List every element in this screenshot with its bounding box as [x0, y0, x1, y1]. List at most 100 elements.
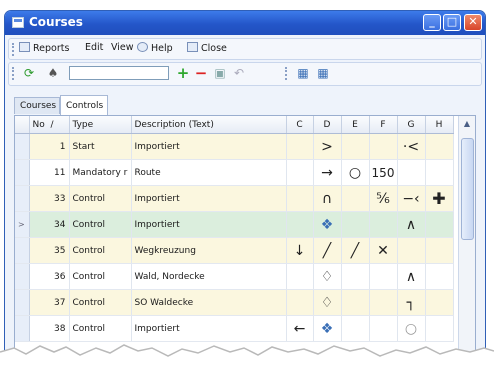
table-row[interactable]: 37 Control SO Waldecke ♢ ┐	[15, 289, 454, 316]
column-header-h[interactable]: H	[425, 116, 454, 134]
close-window-button[interactable]: ✕	[464, 14, 482, 31]
cell-c[interactable]	[286, 133, 314, 160]
cell-c[interactable]	[286, 159, 314, 186]
cell-f-fraction-icon[interactable]: ⁵⁄₆	[369, 185, 398, 212]
table-row[interactable]: 1 Start Importiert > ·<	[15, 133, 454, 160]
cell-f-crossing-icon[interactable]: ✕	[369, 237, 398, 264]
cell-f[interactable]	[369, 263, 398, 290]
cell-e-circle-icon[interactable]: ○	[341, 159, 370, 186]
table-row[interactable]: > 34 Control Importiert ❖ ∧	[15, 211, 454, 238]
column-header-d[interactable]: D	[313, 116, 342, 134]
cell-h[interactable]	[425, 263, 454, 290]
menu-help[interactable]: Help	[137, 42, 173, 54]
cell-h[interactable]	[425, 211, 454, 238]
add-icon[interactable]: +	[175, 66, 191, 81]
menu-view[interactable]: View	[111, 42, 134, 53]
cell-c[interactable]	[286, 289, 314, 316]
column-header-e[interactable]: E	[341, 116, 370, 134]
cell-h[interactable]	[425, 133, 454, 160]
cell-g-edge-icon[interactable]: ┐	[397, 289, 426, 316]
toolbar-grip-icon[interactable]	[12, 67, 16, 80]
cell-description[interactable]: Route	[131, 159, 287, 186]
cell-e[interactable]	[341, 185, 370, 212]
row-selector[interactable]	[15, 185, 30, 212]
cell-g-symbol-icon[interactable]: ·<	[397, 133, 426, 160]
find-icon[interactable]: ♠	[45, 66, 61, 81]
cell-d-forest-corner-icon[interactable]: ♢	[313, 289, 342, 316]
row-selector[interactable]	[15, 263, 30, 290]
cell-g[interactable]	[397, 237, 426, 264]
menu-edit[interactable]: Edit	[85, 42, 103, 53]
column-header-f[interactable]: F	[369, 116, 398, 134]
cell-c-arrow-down-icon[interactable]: ↓	[286, 237, 314, 264]
cell-g-corner-icon[interactable]: ∧	[397, 211, 426, 238]
table-row[interactable]: 33 Control Importiert ∩ ⁵⁄₆ −‹ ✚	[15, 185, 454, 212]
cell-description[interactable]: Importiert	[131, 185, 287, 212]
cell-f[interactable]	[369, 133, 398, 160]
cell-description[interactable]: Wald, Nordecke	[131, 263, 287, 290]
cell-g[interactable]	[397, 159, 426, 186]
cell-g-corner-icon[interactable]: ∧	[397, 263, 426, 290]
cell-d-forest-corner-icon[interactable]: ♢	[313, 263, 342, 290]
toolbar-grip-2-icon[interactable]	[285, 67, 289, 80]
cell-e-path-icon[interactable]: ╱	[341, 237, 370, 264]
row-selector[interactable]	[15, 133, 30, 160]
row-selector[interactable]	[15, 159, 30, 186]
cell-description[interactable]: SO Waldecke	[131, 289, 287, 316]
remove-icon[interactable]: −	[193, 66, 209, 81]
table-row[interactable]: 35 Control Wegkreuzung ↓ ╱ ╱ ✕	[15, 237, 454, 264]
scroll-up-icon[interactable]: ▲	[459, 116, 475, 132]
vertical-scrollbar[interactable]: ▲	[458, 116, 475, 356]
cell-f-distance[interactable]: 150	[369, 159, 398, 186]
column-header-description[interactable]: Description (Text)	[131, 116, 287, 134]
scroll-thumb[interactable]	[461, 138, 474, 240]
cell-f[interactable]	[369, 211, 398, 238]
cell-c[interactable]	[286, 211, 314, 238]
row-selector-current-icon[interactable]: >	[15, 211, 30, 238]
row-selector[interactable]	[15, 289, 30, 316]
refresh-icon[interactable]: ⟳	[21, 66, 37, 81]
cell-d-depression-icon[interactable]: ∩	[313, 185, 342, 212]
column-header-c[interactable]: C	[286, 116, 314, 134]
save-icon[interactable]: ▣	[212, 66, 228, 81]
table-row[interactable]: 36 Control Wald, Nordecke ♢ ∧	[15, 263, 454, 290]
cell-description[interactable]: Importiert	[131, 133, 287, 160]
minimize-button[interactable]: _	[423, 14, 441, 31]
menu-close[interactable]: Close	[187, 42, 227, 54]
cell-e[interactable]	[341, 289, 370, 316]
cell-g-symbol-icon[interactable]: −‹	[397, 185, 426, 212]
title-bar[interactable]: Courses _ □ ✕	[5, 11, 485, 35]
undo-icon[interactable]: ↶	[231, 66, 247, 81]
cell-description[interactable]: Importiert	[131, 211, 287, 238]
cell-description[interactable]: Wegkreuzung	[131, 237, 287, 264]
cell-d-arrow-icon[interactable]: →	[313, 159, 342, 186]
menu-grip-icon[interactable]	[12, 43, 16, 56]
cell-h[interactable]	[425, 159, 454, 186]
cell-no: 34	[29, 211, 70, 238]
table-row[interactable]: 11 Mandatory r Route → ○ 150	[15, 159, 454, 186]
cell-h-first-aid-icon[interactable]: ✚	[425, 185, 454, 212]
tab-courses[interactable]: Courses	[14, 97, 60, 114]
search-input[interactable]	[69, 66, 169, 80]
cell-f[interactable]	[369, 289, 398, 316]
view-a-icon[interactable]: ▦	[295, 66, 311, 81]
cell-d-path-icon[interactable]: ╱	[313, 237, 342, 264]
row-selector[interactable]	[15, 237, 30, 264]
column-header-g[interactable]: G	[397, 116, 426, 134]
cell-c[interactable]	[286, 263, 314, 290]
cell-h[interactable]	[425, 237, 454, 264]
tab-controls[interactable]: Controls	[60, 95, 108, 115]
cell-e[interactable]	[341, 211, 370, 238]
cell-c[interactable]	[286, 185, 314, 212]
cell-e[interactable]	[341, 263, 370, 290]
column-header-no[interactable]: No /	[29, 116, 70, 134]
view-b-icon[interactable]: ▦	[315, 66, 331, 81]
maximize-button[interactable]: □	[443, 14, 461, 31]
cell-d-start-triangle-icon[interactable]: >	[313, 133, 342, 160]
column-header-type[interactable]: Type	[69, 116, 132, 134]
cell-e[interactable]	[341, 133, 370, 160]
cell-type: Mandatory r	[69, 159, 132, 186]
menu-reports[interactable]: Reports	[19, 42, 69, 54]
cell-h[interactable]	[425, 289, 454, 316]
cell-d-thicket-icon[interactable]: ❖	[313, 211, 342, 238]
